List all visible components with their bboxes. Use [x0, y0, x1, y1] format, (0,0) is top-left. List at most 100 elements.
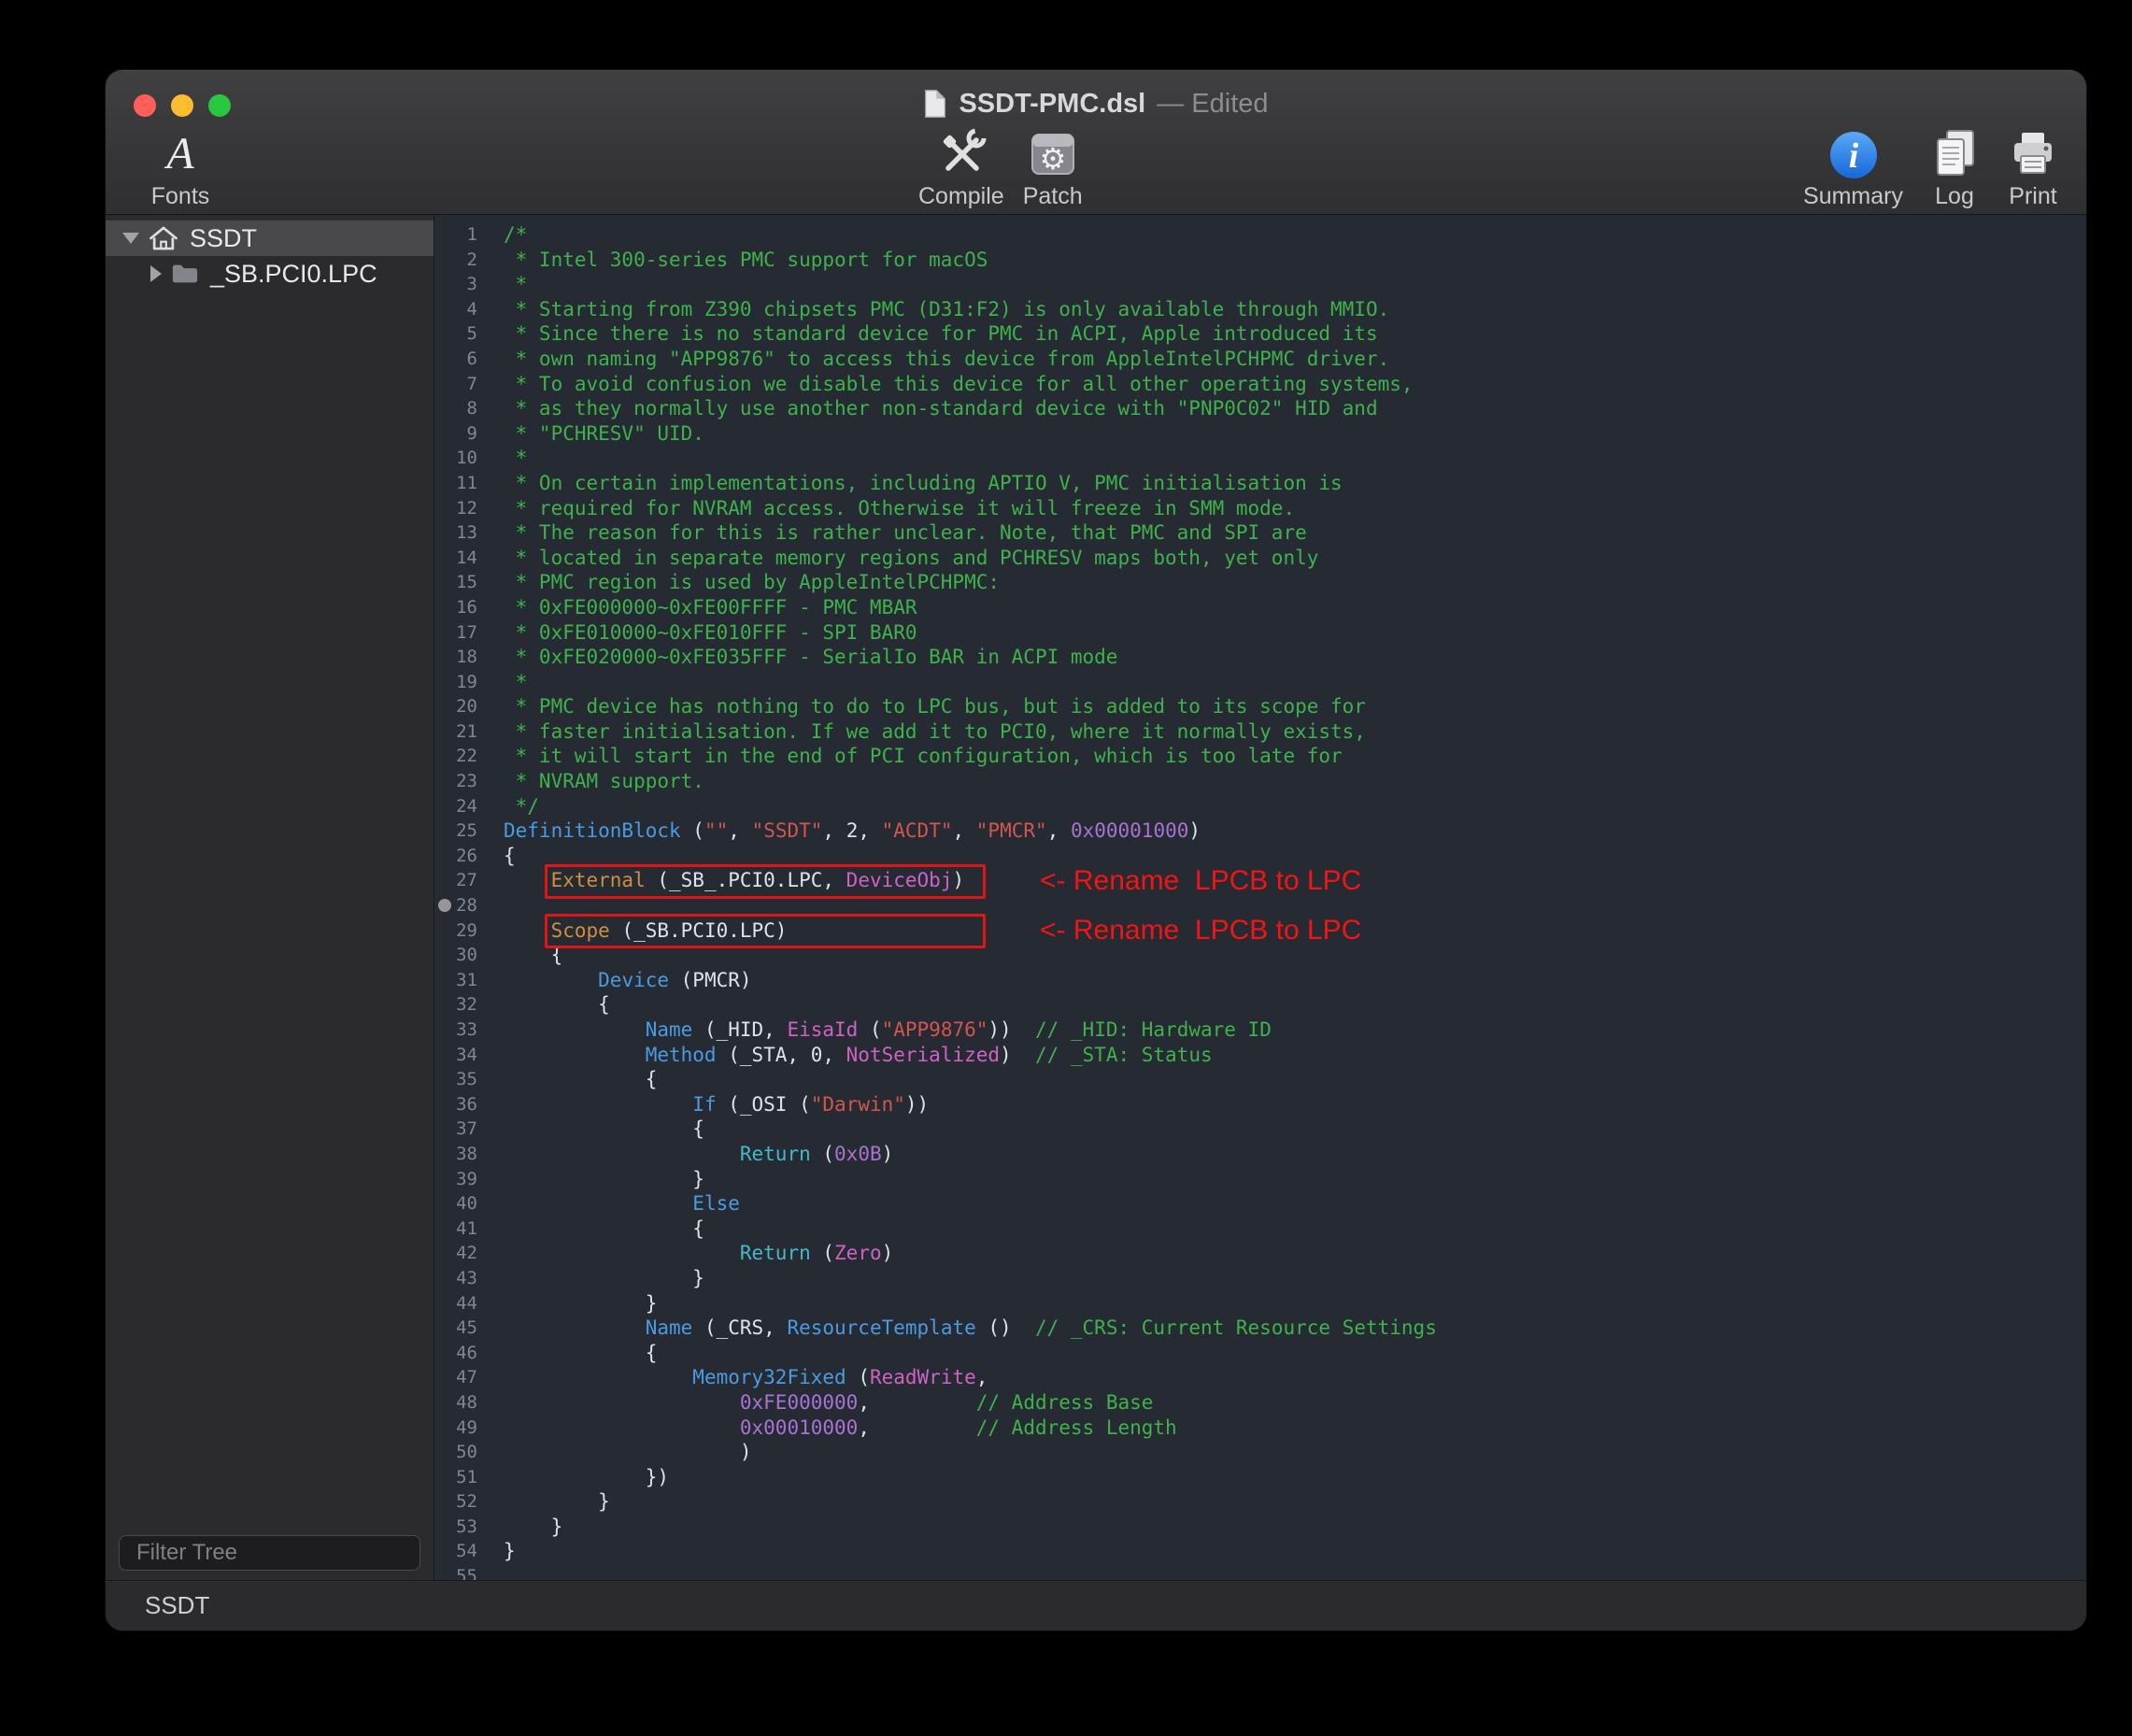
code-text[interactable]: Return (Zero) [485, 1241, 893, 1266]
code-line: 12 * required for NVRAM access. Otherwis… [434, 496, 2086, 521]
code-text[interactable]: * [485, 446, 527, 471]
line-number: 49 [434, 1416, 485, 1441]
code-text[interactable]: * Since there is no standard device for … [485, 321, 1378, 347]
code-text[interactable]: } [485, 1515, 562, 1540]
fonts-icon: A [166, 128, 193, 180]
code-text[interactable] [485, 893, 504, 918]
code-text[interactable]: * required for NVRAM access. Otherwise i… [485, 496, 1295, 521]
log-button[interactable]: Log [1927, 117, 1982, 208]
sidebar-item-sb-pci0-lpc[interactable]: _SB.PCI0.LPC [106, 256, 434, 292]
code-text[interactable]: } [485, 1539, 516, 1564]
fonts-label: Fonts [151, 184, 210, 208]
code-line: 55 [434, 1564, 2086, 1580]
code-text[interactable]: { [485, 992, 610, 1017]
line-number: 34 [434, 1043, 485, 1068]
code-text[interactable]: 0xFE000000, // Address Base [485, 1390, 1153, 1416]
disclosure-collapsed-icon[interactable] [150, 265, 162, 282]
code-text[interactable]: If (_OSI ("Darwin")) [485, 1092, 929, 1117]
document-icon [923, 89, 947, 119]
code-line: 33 Name (_HID, EisaId ("APP9876")) // _H… [434, 1017, 2086, 1043]
patch-button[interactable]: ⚙ Patch [1023, 117, 1083, 208]
code-line: 6 * own naming "APP9876" to access this … [434, 347, 2086, 372]
disclosure-expanded-icon[interactable] [122, 233, 139, 244]
code-line: 16 * 0xFE000000~0xFE00FFFF - PMC MBAR [434, 595, 2086, 620]
code-text[interactable]: * 0xFE000000~0xFE00FFFF - PMC MBAR [485, 595, 917, 620]
line-number: 52 [434, 1489, 485, 1515]
log-documents-icon [1927, 126, 1982, 180]
code-line: 23 * NVRAM support. [434, 769, 2086, 794]
code-text[interactable]: External (_SB_.PCI0.LPC, DeviceObj) [485, 868, 964, 893]
code-text[interactable]: * faster initialisation. If we add it to… [485, 719, 1366, 745]
code-lines: 1/*2 * Intel 300-series PMC support for … [434, 215, 2086, 1580]
code-text[interactable]: { [485, 1341, 657, 1366]
code-text[interactable]: Memory32Fixed (ReadWrite, [485, 1365, 988, 1390]
code-text[interactable]: ) [485, 1440, 752, 1465]
code-line: 39 } [434, 1167, 2086, 1192]
code-text[interactable]: * as they normally use another non-stand… [485, 396, 1378, 421]
line-number: 16 [434, 595, 485, 620]
line-number: 35 [434, 1067, 485, 1092]
code-text[interactable]: }) [485, 1465, 669, 1490]
code-text[interactable]: * "PCHRESV" UID. [485, 421, 704, 447]
code-text[interactable] [485, 1564, 504, 1580]
code-text[interactable]: Return (0x0B) [485, 1142, 893, 1167]
code-text[interactable]: */ [485, 794, 539, 819]
line-number: 50 [434, 1440, 485, 1465]
code-text[interactable]: { [485, 1217, 704, 1242]
code-text[interactable]: Method (_STA, 0, NotSerialized) // _STA:… [485, 1043, 1213, 1068]
code-line: 38 Return (0x0B) [434, 1142, 2086, 1167]
code-text[interactable]: { [485, 943, 562, 968]
code-text[interactable]: Scope (_SB.PCI0.LPC) [485, 918, 787, 944]
code-text[interactable]: 0x00010000, // Address Length [485, 1416, 1177, 1441]
code-text[interactable]: * Intel 300-series PMC support for macOS [485, 248, 988, 273]
code-line: 34 Method (_STA, 0, NotSerialized) // _S… [434, 1043, 2086, 1068]
code-editor[interactable]: 1/*2 * Intel 300-series PMC support for … [434, 215, 2086, 1580]
code-text[interactable]: * On certain implementations, including … [485, 471, 1343, 496]
compile-label: Compile [918, 184, 1004, 208]
compile-button[interactable]: Compile [918, 117, 1004, 208]
code-text[interactable]: Name (_HID, EisaId ("APP9876")) // _HID:… [485, 1017, 1272, 1043]
code-text[interactable]: * PMC region is used by AppleIntelPCHPMC… [485, 570, 1000, 595]
code-text[interactable]: } [485, 1167, 704, 1192]
code-text[interactable]: } [485, 1489, 610, 1515]
code-text[interactable]: Else [485, 1191, 740, 1217]
line-number: 33 [434, 1017, 485, 1043]
code-text[interactable]: * [485, 670, 527, 695]
code-line: 17 * 0xFE010000~0xFE010FFF - SPI BAR0 [434, 620, 2086, 646]
code-text[interactable]: * PMC device has nothing to do to LPC bu… [485, 694, 1366, 719]
code-line: 52 } [434, 1489, 2086, 1515]
code-line: 15 * PMC region is used by AppleIntelPCH… [434, 570, 2086, 595]
code-text[interactable]: } [485, 1266, 704, 1291]
sidebar-item-ssdt[interactable]: SSDT [106, 221, 434, 256]
code-text[interactable]: * To avoid confusion we disable this dev… [485, 372, 1414, 397]
code-text[interactable]: * 0xFE010000~0xFE010FFF - SPI BAR0 [485, 620, 917, 646]
filter-tree-field[interactable] [119, 1535, 420, 1571]
code-text[interactable]: * 0xFE020000~0xFE035FFF - SerialIo BAR i… [485, 645, 1117, 670]
code-text[interactable]: * own naming "APP9876" to access this de… [485, 347, 1389, 372]
code-text[interactable]: * NVRAM support. [485, 769, 704, 794]
print-button[interactable]: Print [2006, 117, 2060, 208]
code-line: 19 * [434, 670, 2086, 695]
maciasl-window: SSDT-PMC.dsl — Edited A Fonts [106, 70, 2086, 1630]
code-text[interactable]: Device (PMCR) [485, 968, 752, 993]
filter-tree-input[interactable] [136, 1540, 426, 1566]
code-line: 40 Else [434, 1191, 2086, 1217]
fonts-button[interactable]: A Fonts [135, 117, 225, 208]
status-text: SSDT [145, 1591, 209, 1620]
code-text[interactable]: Name (_CRS, ResourceTemplate () // _CRS:… [485, 1316, 1437, 1341]
code-text[interactable]: * [485, 272, 527, 297]
code-text[interactable]: * it will start in the end of PCI config… [485, 744, 1343, 769]
code-text[interactable]: { [485, 1117, 704, 1142]
code-text[interactable]: /* [485, 222, 527, 248]
code-line: 53 } [434, 1515, 2086, 1540]
code-text[interactable]: * located in separate memory regions and… [485, 546, 1318, 571]
summary-button[interactable]: i Summary [1803, 117, 1903, 208]
code-text[interactable]: * Starting from Z390 chipsets PMC (D31:F… [485, 297, 1389, 322]
code-text[interactable]: } [485, 1291, 657, 1316]
code-text[interactable]: { [485, 844, 516, 869]
code-text[interactable]: { [485, 1067, 657, 1092]
line-number: 24 [434, 794, 485, 819]
code-text[interactable]: DefinitionBlock ("", "SSDT", 2, "ACDT", … [485, 818, 1201, 844]
code-text[interactable]: * The reason for this is rather unclear.… [485, 520, 1307, 546]
window-titlebar[interactable]: SSDT-PMC.dsl — Edited A Fonts [106, 70, 2086, 215]
